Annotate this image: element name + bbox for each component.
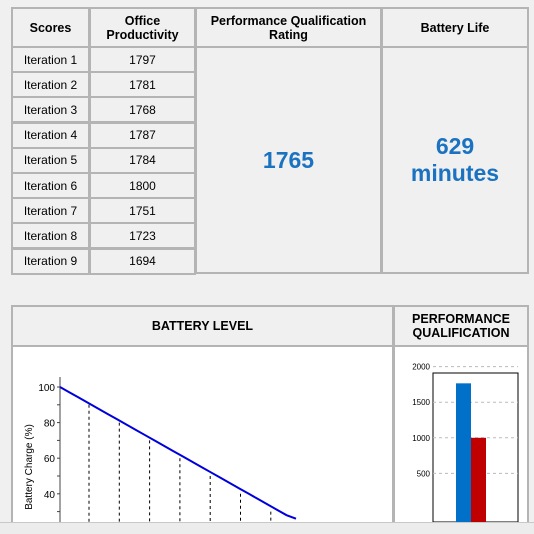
battery-unit: minutes <box>410 160 500 186</box>
y-tick-label: 80 <box>44 419 56 430</box>
perf-qual-header: PERFORMANCE QUALIFICATION <box>393 305 529 347</box>
performance-rating-value: 1765 <box>195 46 382 274</box>
iteration-score: 1781 <box>89 71 196 99</box>
iteration-label: Iteration 3 <box>11 96 90 124</box>
iteration-label: Iteration 6 <box>11 172 90 199</box>
y-tick-label: 500 <box>417 469 431 478</box>
iteration-label: Iteration 5 <box>11 146 90 174</box>
column-header: Performance Qualification Rating <box>195 7 382 48</box>
iteration-score: 1797 <box>89 46 196 73</box>
battery-life-value: 629 minutes <box>381 46 529 274</box>
battery-minutes: 629 <box>435 133 475 159</box>
battery-chart-panel: 40 60 80 100 Battery Charge (%) <box>11 345 394 522</box>
rating-text: 1765 <box>262 146 315 173</box>
iteration-score: 1751 <box>89 197 196 225</box>
iteration-score: 1784 <box>89 146 196 174</box>
iteration-label: Iteration 1 <box>11 46 90 73</box>
iteration-score: 1723 <box>89 222 196 250</box>
bar-score <box>456 383 471 522</box>
battery-chart: 40 60 80 100 Battery Charge (%) <box>24 377 297 522</box>
column-header: Office Productivity <box>89 7 196 48</box>
y-tick-label: 60 <box>44 454 56 465</box>
bar-baseline <box>471 437 486 522</box>
iteration-score: 1787 <box>89 121 196 149</box>
y-tick-label: 1500 <box>412 398 430 407</box>
iteration-label: Iteration 4 <box>11 121 90 149</box>
iteration-score: 1768 <box>89 96 196 124</box>
column-header: Scores <box>11 7 90 48</box>
y-tick-label: 40 <box>44 490 56 501</box>
perf-chart-panel: 500 1000 1500 2000 <box>393 345 529 522</box>
iteration-label: Iteration 9 <box>11 247 90 275</box>
iteration-score: 1694 <box>89 247 196 275</box>
iteration-label: Iteration 7 <box>11 197 90 225</box>
y-axis-label: Battery Charge (%) <box>24 424 35 510</box>
iteration-label: Iteration 2 <box>11 71 90 99</box>
status-strip <box>0 522 534 534</box>
y-tick-label: 1000 <box>412 434 430 443</box>
battery-line <box>59 386 297 520</box>
y-tick-label: 100 <box>38 383 55 394</box>
perf-chart: 500 1000 1500 2000 <box>412 363 519 522</box>
iteration-label: Iteration 8 <box>11 222 90 250</box>
y-tick-label: 2000 <box>412 363 430 372</box>
battery-level-title: BATTERY LEVEL <box>151 319 254 333</box>
perf-qual-title: PERFORMANCE QUALIFICATION <box>412 312 510 340</box>
battery-level-header: BATTERY LEVEL <box>11 305 394 347</box>
iteration-score: 1800 <box>89 172 196 199</box>
column-header: Battery Life <box>381 7 529 48</box>
